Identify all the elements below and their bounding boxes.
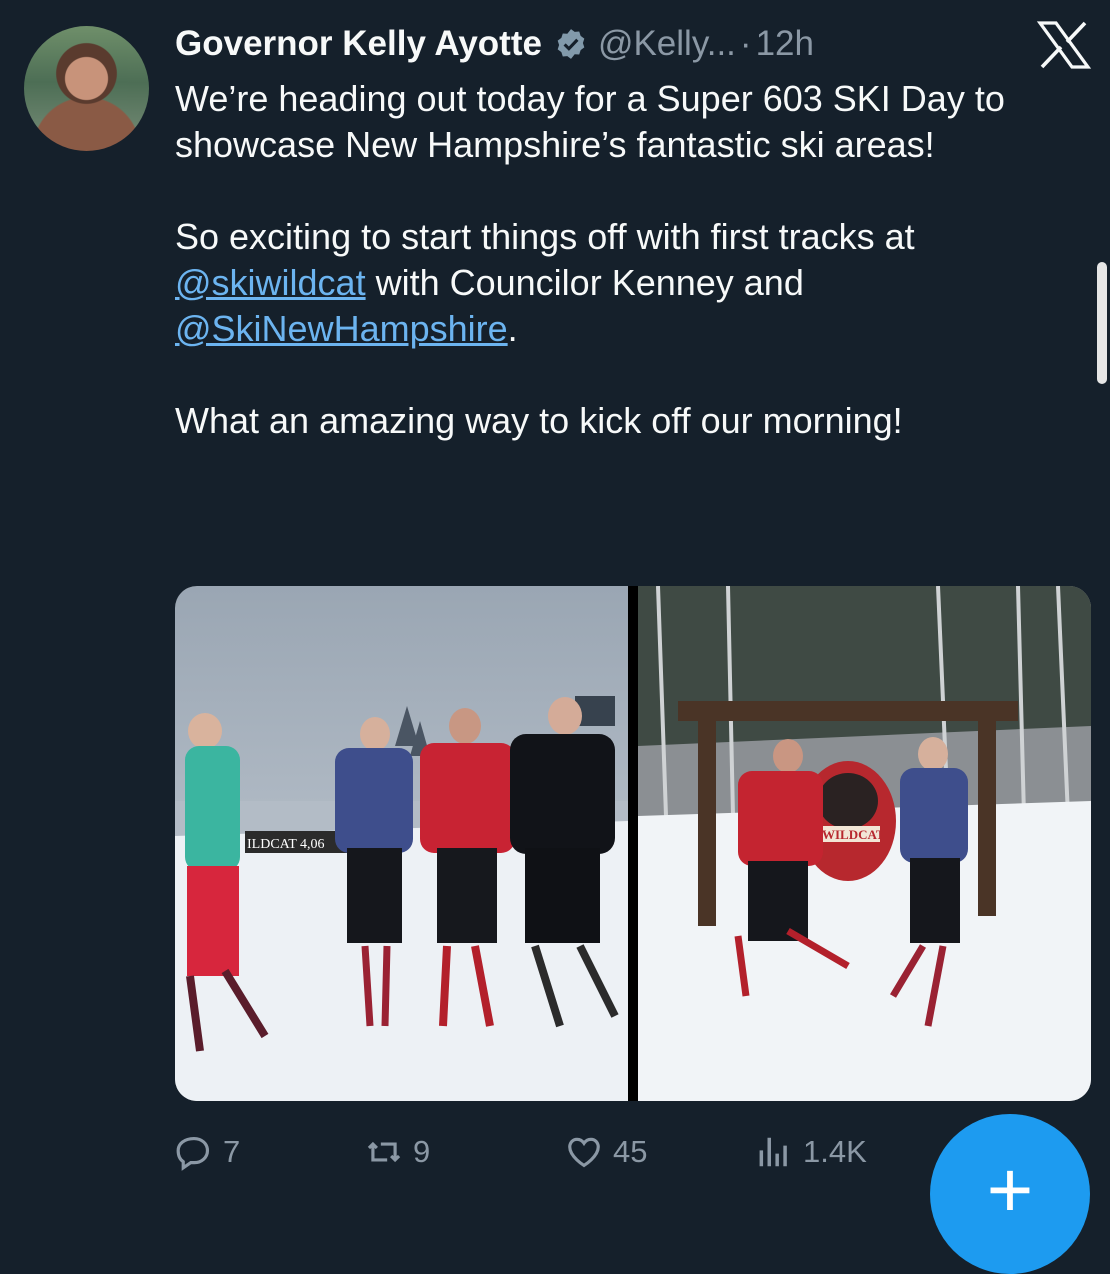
summit-sign: ILDCAT 4,06 — [247, 837, 325, 852]
like-count: 45 — [613, 1134, 648, 1169]
tweet-text-segment: with Councilor Kenney and — [365, 262, 804, 303]
verified-badge-icon — [557, 29, 585, 59]
tweet-text-segment: . — [507, 308, 518, 349]
tweet-header: Governor Kelly Ayotte @Kelly... · 12h — [175, 16, 814, 72]
reply-icon — [176, 1136, 210, 1171]
reply-button[interactable]: 7 — [175, 1124, 240, 1180]
views-button[interactable]: 1.4K — [755, 1124, 867, 1180]
tweet-paragraph-2: So exciting to start things off with fir… — [175, 214, 1095, 352]
tweet-paragraph-1: We’re heading out today for a Super 603 … — [175, 78, 1005, 165]
photo-skiers-summit[interactable]: ILDCAT 4,06 — [175, 586, 628, 1101]
x-logo-icon[interactable] — [1036, 20, 1092, 70]
header-separator: · — [739, 24, 752, 63]
scrollbar[interactable] — [1097, 262, 1107, 384]
repost-button[interactable]: 9 — [365, 1124, 430, 1180]
mention-link-skinewhampshire[interactable]: @SkiNewHampshire — [175, 308, 508, 349]
views-count: 1.4K — [803, 1134, 867, 1169]
tweet-timestamp[interactable]: 12h — [756, 24, 814, 64]
repost-count: 9 — [413, 1134, 431, 1169]
compose-button[interactable]: + — [930, 1114, 1090, 1274]
gondola-sign: WILDCAT — [822, 827, 885, 842]
plus-icon: + — [986, 1145, 1034, 1234]
repost-icon — [367, 1141, 401, 1163]
author-name[interactable]: Governor Kelly Ayotte — [175, 24, 542, 64]
tweet-actions: 7 9 45 1.4K — [175, 1124, 935, 1180]
reply-count: 7 — [223, 1134, 241, 1169]
author-handle[interactable]: @Kelly... — [598, 24, 736, 64]
mention-link-skiwildcat[interactable]: @skiwildcat — [175, 262, 366, 303]
like-button[interactable]: 45 — [565, 1124, 647, 1180]
author-avatar[interactable] — [24, 26, 149, 151]
tweet-paragraph-3: What an amazing way to kick off our morn… — [175, 400, 903, 441]
tweet-text: We’re heading out today for a Super 603 … — [175, 76, 1095, 444]
like-icon — [568, 1137, 600, 1168]
tweet-media: ILDCAT 4,06 WILDCAT — [175, 586, 1091, 1101]
tweet-text-segment: So exciting to start things off with fir… — [175, 216, 915, 257]
photo-skiers-gondola[interactable]: WILDCAT — [638, 586, 1091, 1101]
views-icon — [759, 1137, 787, 1167]
